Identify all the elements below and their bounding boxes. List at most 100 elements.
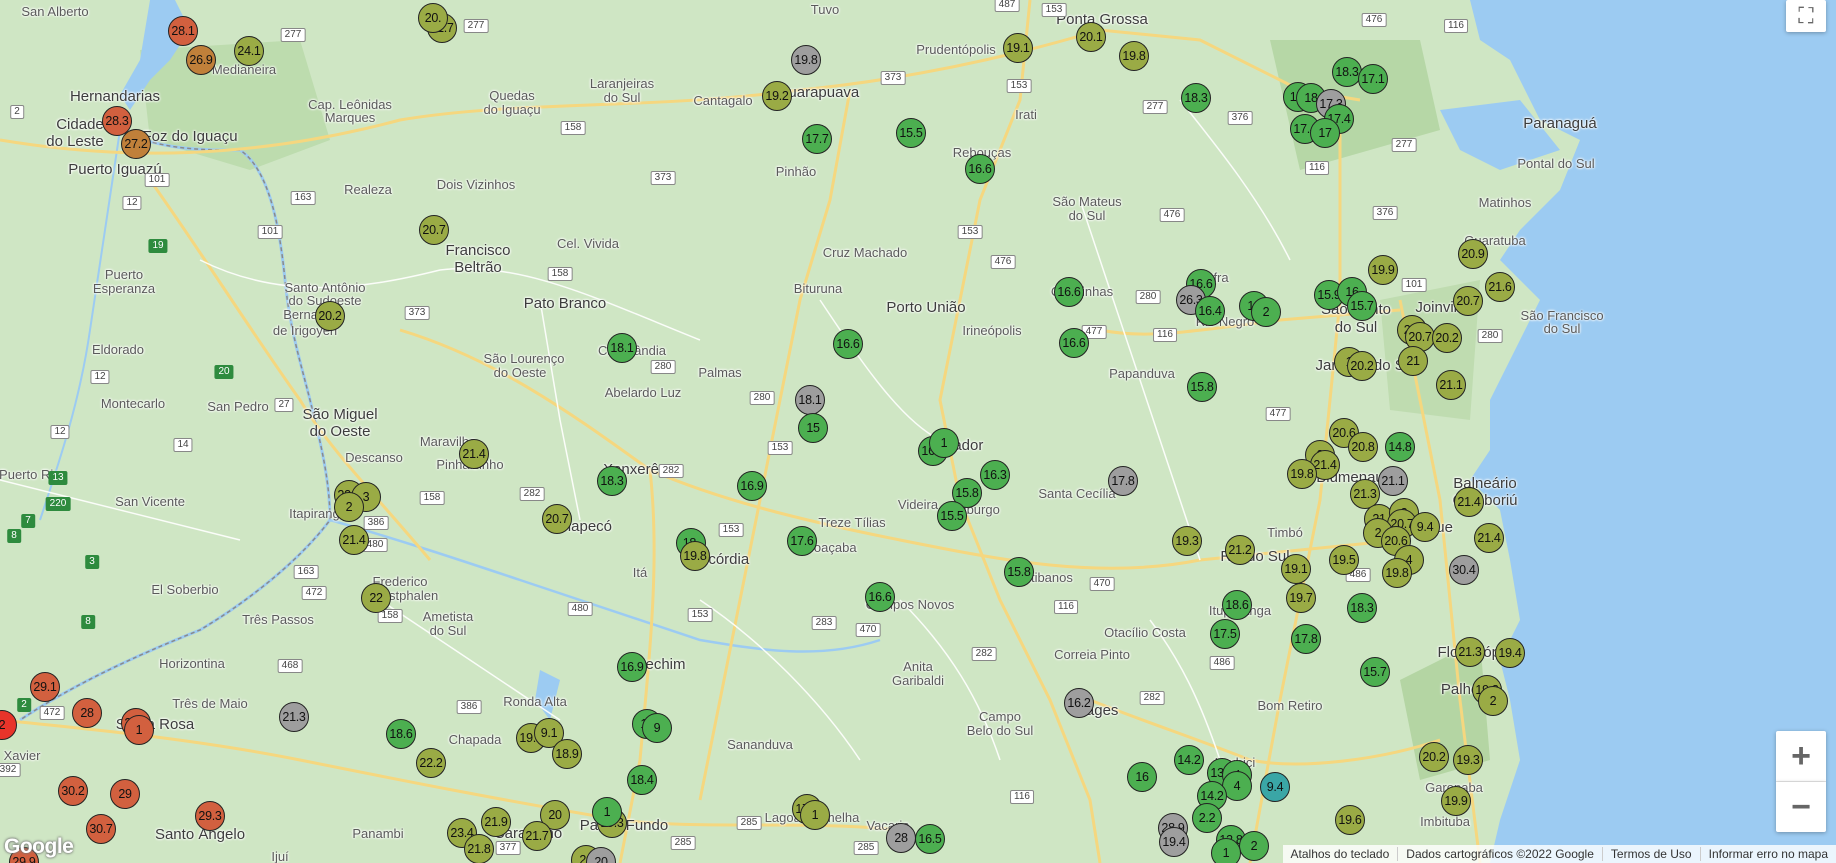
temperature-marker[interactable]: 21.3 bbox=[1455, 637, 1485, 667]
temperature-marker[interactable]: 9 bbox=[642, 713, 672, 743]
temperature-marker[interactable]: 19.1 bbox=[1003, 33, 1033, 63]
temperature-marker[interactable]: 1 bbox=[800, 800, 830, 830]
temperature-marker[interactable]: 16.6 bbox=[1054, 277, 1084, 307]
temperature-marker[interactable]: 21.4 bbox=[339, 525, 369, 555]
temperature-marker[interactable]: 2 bbox=[1478, 686, 1508, 716]
temperature-marker[interactable]: 2.2 bbox=[1192, 803, 1222, 833]
temperature-marker[interactable]: 30.4 bbox=[1449, 555, 1479, 585]
temperature-marker[interactable]: 28.1 bbox=[168, 16, 198, 46]
temperature-marker[interactable]: 22.2 bbox=[416, 748, 446, 778]
temperature-marker[interactable]: 20.7 bbox=[419, 215, 449, 245]
temperature-marker[interactable]: 21.3 bbox=[279, 702, 309, 732]
temperature-marker[interactable]: 16.5 bbox=[915, 824, 945, 854]
terms-link[interactable]: Termos de Uso bbox=[1601, 847, 1700, 861]
temperature-marker[interactable]: 17.6 bbox=[787, 526, 817, 556]
temperature-marker[interactable]: 21.7 bbox=[522, 821, 552, 851]
temperature-marker[interactable]: 21.1 bbox=[1436, 370, 1466, 400]
temperature-marker[interactable]: 15.7 bbox=[1347, 291, 1377, 321]
temperature-marker[interactable]: 20.7 bbox=[1453, 286, 1483, 316]
temperature-marker[interactable]: 19.3 bbox=[1172, 526, 1202, 556]
temperature-marker[interactable]: 21.2 bbox=[1225, 535, 1255, 565]
temperature-marker[interactable]: 16.3 bbox=[980, 460, 1010, 490]
temperature-marker[interactable]: 19.8 bbox=[680, 541, 710, 571]
temperature-marker[interactable]: 14.2 bbox=[1174, 745, 1204, 775]
temperature-marker[interactable]: 16.9 bbox=[617, 652, 647, 682]
temperature-marker[interactable]: 15.5 bbox=[896, 118, 926, 148]
temperature-marker[interactable]: 27.2 bbox=[121, 129, 151, 159]
keyboard-shortcuts-link[interactable]: Atalhos do teclado bbox=[1283, 847, 1398, 861]
temperature-marker[interactable]: 18.3 bbox=[1347, 593, 1377, 623]
temperature-marker[interactable]: 19.8 bbox=[1382, 558, 1412, 588]
temperature-marker[interactable]: 1 bbox=[1211, 838, 1241, 863]
temperature-marker[interactable]: 19.1 bbox=[1281, 554, 1311, 584]
temperature-marker[interactable]: 21 bbox=[1398, 346, 1428, 376]
temperature-marker[interactable]: 24.1 bbox=[234, 36, 264, 66]
temperature-marker[interactable]: 16.2 bbox=[1064, 688, 1094, 718]
temperature-marker[interactable]: 21.4 bbox=[459, 439, 489, 469]
temperature-marker[interactable]: 21.1 bbox=[1378, 466, 1408, 496]
temperature-marker[interactable]: 21.8 bbox=[464, 834, 494, 863]
temperature-marker[interactable]: 19.5 bbox=[1329, 545, 1359, 575]
temperature-marker[interactable]: 20. bbox=[418, 3, 448, 33]
temperature-marker[interactable]: 21.6 bbox=[1485, 272, 1515, 302]
temperature-marker[interactable]: 22 bbox=[361, 583, 391, 613]
temperature-marker[interactable]: 9.4 bbox=[1410, 512, 1440, 542]
temperature-marker[interactable]: 28 bbox=[886, 823, 916, 853]
temperature-marker[interactable]: 17 bbox=[1310, 118, 1340, 148]
temperature-marker[interactable]: 16.6 bbox=[833, 329, 863, 359]
temperature-marker[interactable]: 19.9 bbox=[1368, 255, 1398, 285]
temperature-marker[interactable]: 9.4 bbox=[1260, 772, 1290, 802]
temperature-marker[interactable]: 19.4 bbox=[1159, 827, 1189, 857]
temperature-marker[interactable]: 20.2 bbox=[1432, 323, 1462, 353]
temperature-marker[interactable]: 20.7 bbox=[542, 504, 572, 534]
zoom-out-button[interactable]: − bbox=[1776, 782, 1826, 832]
temperature-marker[interactable]: 17.1 bbox=[1358, 64, 1388, 94]
temperature-marker[interactable]: 18.1 bbox=[795, 385, 825, 415]
temperature-marker[interactable]: 16.6 bbox=[865, 582, 895, 612]
temperature-marker[interactable]: 14.8 bbox=[1385, 432, 1415, 462]
temperature-marker[interactable]: 19.8 bbox=[1287, 459, 1317, 489]
fullscreen-button[interactable]: ⛶ bbox=[1786, 0, 1826, 32]
temperature-marker[interactable]: 21.4 bbox=[1454, 487, 1484, 517]
temperature-marker[interactable]: 16.9 bbox=[737, 471, 767, 501]
temperature-marker[interactable]: 17.5 bbox=[1210, 619, 1240, 649]
temperature-marker[interactable]: 16.6 bbox=[965, 154, 995, 184]
temperature-marker[interactable]: 16.6 bbox=[1059, 328, 1089, 358]
temperature-marker[interactable]: 17.8 bbox=[1291, 624, 1321, 654]
temperature-marker[interactable]: 17.7 bbox=[802, 124, 832, 154]
google-logo[interactable]: Google bbox=[4, 835, 74, 859]
temperature-marker[interactable]: 2 bbox=[334, 492, 364, 522]
temperature-marker[interactable]: 20.2 bbox=[1347, 351, 1377, 381]
temperature-marker[interactable]: 2 bbox=[1239, 831, 1269, 861]
map-canvas[interactable]: San Alberto Tuvo Ponta Grossa Hernandarias M… bbox=[0, 0, 1836, 863]
temperature-marker[interactable]: 19.8 bbox=[791, 45, 821, 75]
temperature-marker[interactable]: 16.4 bbox=[1195, 296, 1225, 326]
report-error-link[interactable]: Informar erro no mapa bbox=[1699, 847, 1836, 861]
temperature-marker[interactable]: 20.8 bbox=[1348, 432, 1378, 462]
temperature-marker[interactable]: 21.9 bbox=[481, 807, 511, 837]
temperature-marker[interactable]: 15.8 bbox=[1187, 372, 1217, 402]
temperature-marker[interactable]: 20.1 bbox=[1076, 22, 1106, 52]
temperature-marker[interactable]: 18.1 bbox=[607, 333, 637, 363]
temperature-marker[interactable]: 29.3 bbox=[195, 801, 225, 831]
temperature-marker[interactable]: 26.9 bbox=[186, 45, 216, 75]
temperature-marker[interactable]: 20.2 bbox=[1419, 742, 1449, 772]
temperature-marker[interactable]: 17.8 bbox=[1108, 466, 1138, 496]
zoom-in-button[interactable]: + bbox=[1776, 731, 1826, 782]
temperature-marker[interactable]: 16 bbox=[1127, 762, 1157, 792]
temperature-marker[interactable]: 18.9 bbox=[552, 739, 582, 769]
temperature-marker[interactable]: 20.9 bbox=[1458, 239, 1488, 269]
temperature-marker[interactable]: 1 bbox=[592, 797, 622, 827]
temperature-marker[interactable]: 30.2 bbox=[58, 776, 88, 806]
temperature-marker[interactable]: 18.4 bbox=[627, 765, 657, 795]
temperature-marker[interactable]: 18.6 bbox=[1222, 590, 1252, 620]
temperature-marker[interactable]: 19.3 bbox=[1453, 745, 1483, 775]
temperature-marker[interactable]: 20.2 bbox=[315, 301, 345, 331]
temperature-marker[interactable]: 19.6 bbox=[1335, 805, 1365, 835]
temperature-marker[interactable]: 21.4 bbox=[1474, 523, 1504, 553]
temperature-marker[interactable]: 29 bbox=[110, 779, 140, 809]
temperature-marker[interactable]: 18.6 bbox=[386, 719, 416, 749]
temperature-marker[interactable]: 19.4 bbox=[1495, 638, 1525, 668]
temperature-marker[interactable]: 2 bbox=[1251, 297, 1281, 327]
temperature-marker[interactable]: 1 bbox=[124, 715, 154, 745]
